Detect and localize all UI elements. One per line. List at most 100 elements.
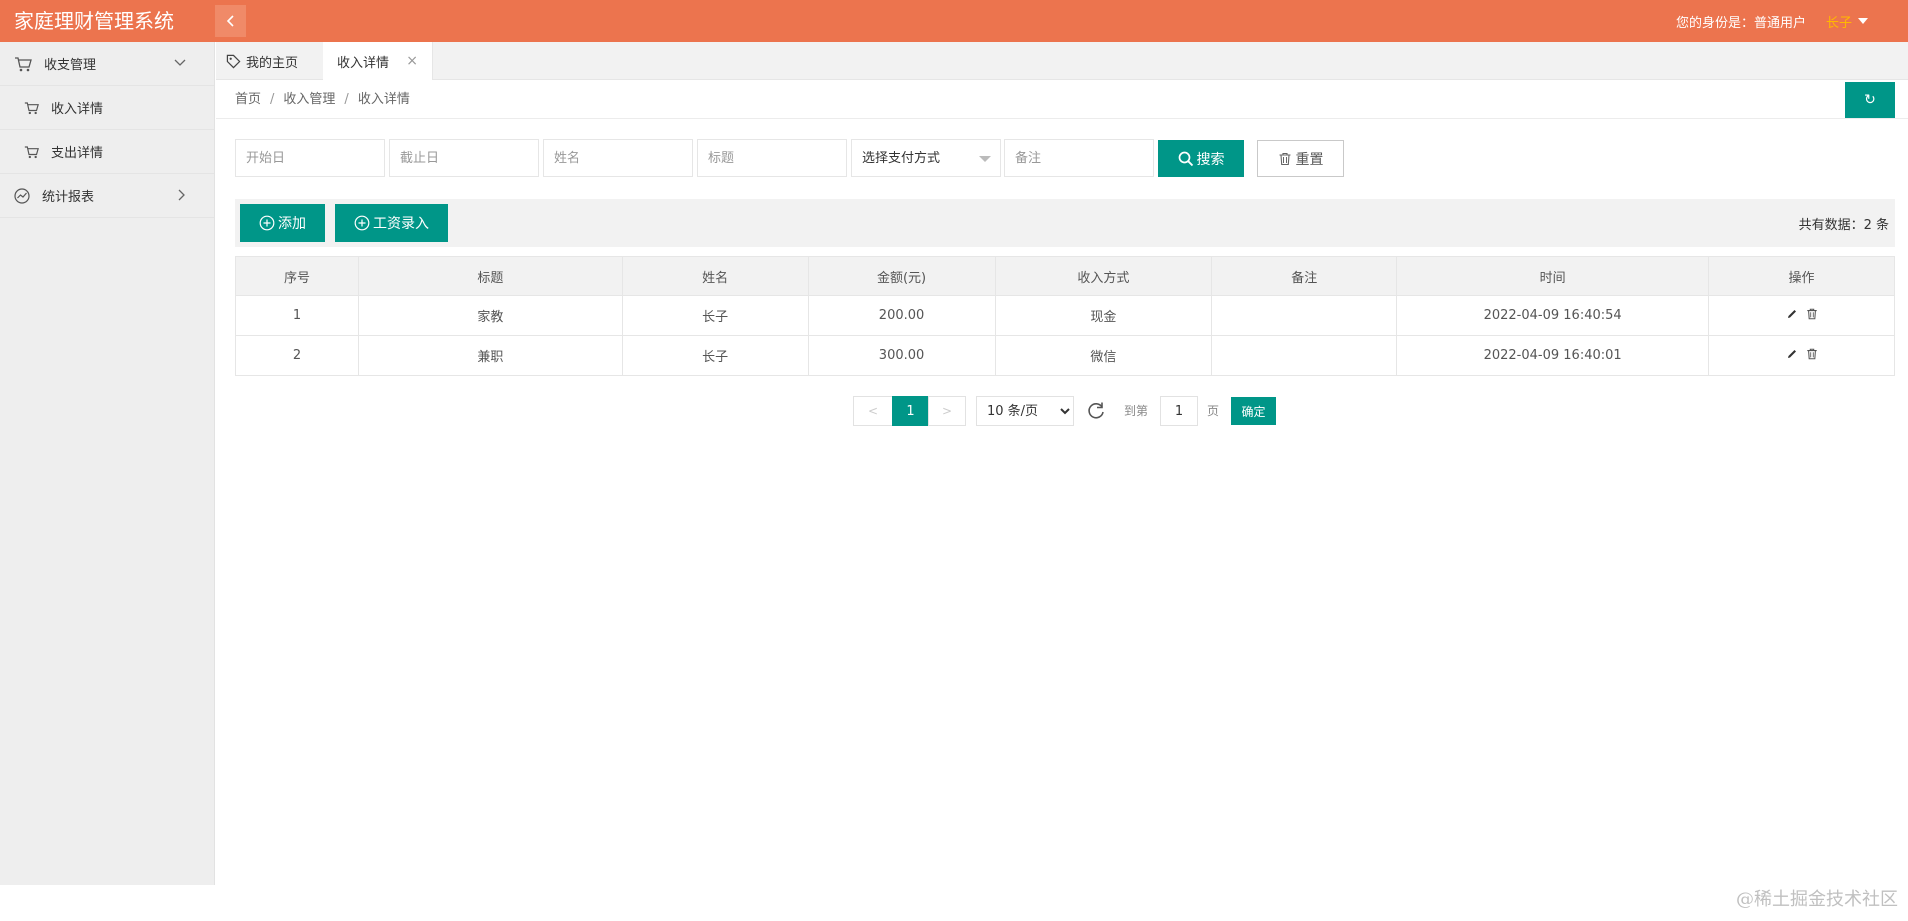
reset-button[interactable]: 重置 <box>1257 140 1344 177</box>
refresh-icon[interactable] <box>1085 400 1107 422</box>
column-header-income-method: 收入方式 <box>994 256 1213 296</box>
start-date-input[interactable] <box>235 139 385 177</box>
breadcrumb-item-current: 收入详情 <box>357 92 410 107</box>
sidebar-collapse-button[interactable] <box>215 5 246 37</box>
cell-name: 长子 <box>621 295 809 336</box>
cell-index: 2 <box>235 335 359 376</box>
goto-label: 到第 <box>1124 404 1149 418</box>
delete-icon[interactable] <box>1806 348 1818 360</box>
search-button[interactable]: 搜索 <box>1158 140 1244 177</box>
pagination-prev-button[interactable]: < <box>853 396 893 426</box>
cell-actions <box>1708 335 1895 376</box>
tab-income-detail[interactable]: 收入详情 × <box>323 42 433 80</box>
table-row: 2 兼职 长子 300.00 微信 2022-04-09 16:40:01 <box>235 335 1895 376</box>
column-header-note: 备注 <box>1211 256 1398 296</box>
pagination-current-page[interactable]: 1 <box>892 396 929 426</box>
cell-title: 家教 <box>357 295 623 336</box>
plus-circle-icon <box>259 215 275 231</box>
breadcrumb-separator: / <box>344 92 349 107</box>
cell-income-method: 现金 <box>994 295 1213 336</box>
table-toolbar: 添加 工资录入 共有数据：2 条 <box>235 199 1895 247</box>
sidebar-item-income-detail[interactable]: 收入详情 <box>0 86 214 130</box>
app-title: 家庭理财管理系统 <box>14 9 174 33</box>
identity-label: 您的身份是：普通用户 <box>1675 15 1806 31</box>
page-unit-label: 页 <box>1207 404 1220 418</box>
sidebar-group-reports[interactable]: 统计报表 <box>0 174 214 218</box>
sidebar-item-label: 支出详情 <box>51 146 104 161</box>
divider <box>216 118 1908 119</box>
column-header-name: 姓名 <box>621 256 809 296</box>
search-button-label: 搜索 <box>1196 151 1225 168</box>
reset-button-label: 重置 <box>1295 151 1324 168</box>
breadcrumb: 首页 / 收入管理 / 收入详情 <box>235 88 410 107</box>
breadcrumb-item-home[interactable]: 首页 <box>235 92 261 107</box>
cell-note <box>1211 335 1398 376</box>
column-header-title: 标题 <box>357 256 623 296</box>
add-button[interactable]: 添加 <box>240 204 325 242</box>
cart-icon <box>15 56 32 71</box>
total-count: 共有数据：2 条 <box>1798 218 1889 233</box>
edit-icon[interactable] <box>1786 308 1798 320</box>
page-refresh-button[interactable]: ↻ <box>1845 82 1895 118</box>
cell-time: 2022-04-09 16:40:54 <box>1396 295 1710 336</box>
cart-icon <box>24 145 39 158</box>
cell-index: 1 <box>235 295 359 336</box>
column-header-actions: 操作 <box>1708 256 1895 296</box>
plus-circle-icon <box>354 215 370 231</box>
column-header-amount: 金额(元) <box>807 256 996 296</box>
cell-amount: 300.00 <box>807 335 996 376</box>
cell-note <box>1211 295 1398 336</box>
sidebar-group-income-expense[interactable]: 收支管理 <box>0 42 214 86</box>
refresh-icon: ↻ <box>1864 92 1876 108</box>
name-input[interactable] <box>543 139 693 177</box>
table-header-row: 序号 标题 姓名 金额(元) 收入方式 备注 时间 操作 <box>235 256 1895 296</box>
title-input[interactable] <box>697 139 847 177</box>
chevron-left-icon <box>226 15 234 27</box>
tag-icon <box>226 54 241 68</box>
cell-time: 2022-04-09 16:40:01 <box>1396 335 1710 376</box>
edit-icon[interactable] <box>1786 348 1798 360</box>
breadcrumb-item-income-management[interactable]: 收入管理 <box>283 92 335 107</box>
goto-confirm-button[interactable]: 确定 <box>1231 397 1276 425</box>
column-header-index: 序号 <box>235 256 359 296</box>
sidebar-item-expense-detail[interactable]: 支出详情 <box>0 130 214 174</box>
cart-icon <box>24 101 39 114</box>
delete-icon[interactable] <box>1806 308 1818 320</box>
cell-name: 长子 <box>621 335 809 376</box>
tab-label: 我的主页 <box>246 55 299 71</box>
chevron-down-icon <box>174 59 186 66</box>
goto-page-input[interactable] <box>1160 396 1198 426</box>
cell-title: 兼职 <box>357 335 623 376</box>
chevron-right-icon <box>178 189 185 201</box>
page-size-select[interactable]: 10 条/页 <box>976 396 1074 426</box>
tab-bar: 我的主页 收入详情 × <box>216 42 1908 80</box>
end-date-input[interactable] <box>389 139 539 177</box>
tab-home[interactable]: 我的主页 <box>226 42 298 80</box>
cell-amount: 200.00 <box>807 295 996 336</box>
pay-method-select[interactable]: 选择支付方式 <box>851 139 1001 177</box>
salary-entry-button[interactable]: 工资录入 <box>335 204 448 242</box>
pagination-next-button[interactable]: > <box>928 396 966 426</box>
cell-actions <box>1708 295 1895 336</box>
breadcrumb-separator: / <box>270 92 275 107</box>
sidebar: 收支管理 收入详情 支出详情 统计报表 <box>0 42 215 885</box>
table-row: 1 家教 长子 200.00 现金 2022-04-09 16:40:54 <box>235 295 1895 336</box>
tab-label: 收入详情 <box>337 55 390 71</box>
trash-icon <box>1279 152 1290 165</box>
corner-watermark: @稀土掘金技术社区 <box>1736 889 1898 910</box>
sidebar-group-label: 收支管理 <box>44 58 97 73</box>
caret-down-icon[interactable] <box>1858 18 1868 24</box>
salary-entry-button-label: 工资录入 <box>373 216 429 232</box>
top-header: 家庭理财管理系统 您的身份是：普通用户 长子 <box>0 0 1908 42</box>
chart-line-icon <box>14 187 30 204</box>
search-icon <box>1178 151 1193 166</box>
cell-income-method: 微信 <box>994 335 1213 376</box>
sidebar-group-label: 统计报表 <box>42 190 95 205</box>
close-icon[interactable]: × <box>406 53 418 69</box>
user-menu[interactable]: 长子 <box>1826 12 1852 31</box>
note-input[interactable] <box>1004 139 1154 177</box>
add-button-label: 添加 <box>278 216 306 232</box>
sidebar-item-label: 收入详情 <box>51 102 104 117</box>
income-table: 序号 标题 姓名 金额(元) 收入方式 备注 时间 操作 1 家教 长子 200… <box>235 256 1895 376</box>
column-header-time: 时间 <box>1396 256 1710 296</box>
